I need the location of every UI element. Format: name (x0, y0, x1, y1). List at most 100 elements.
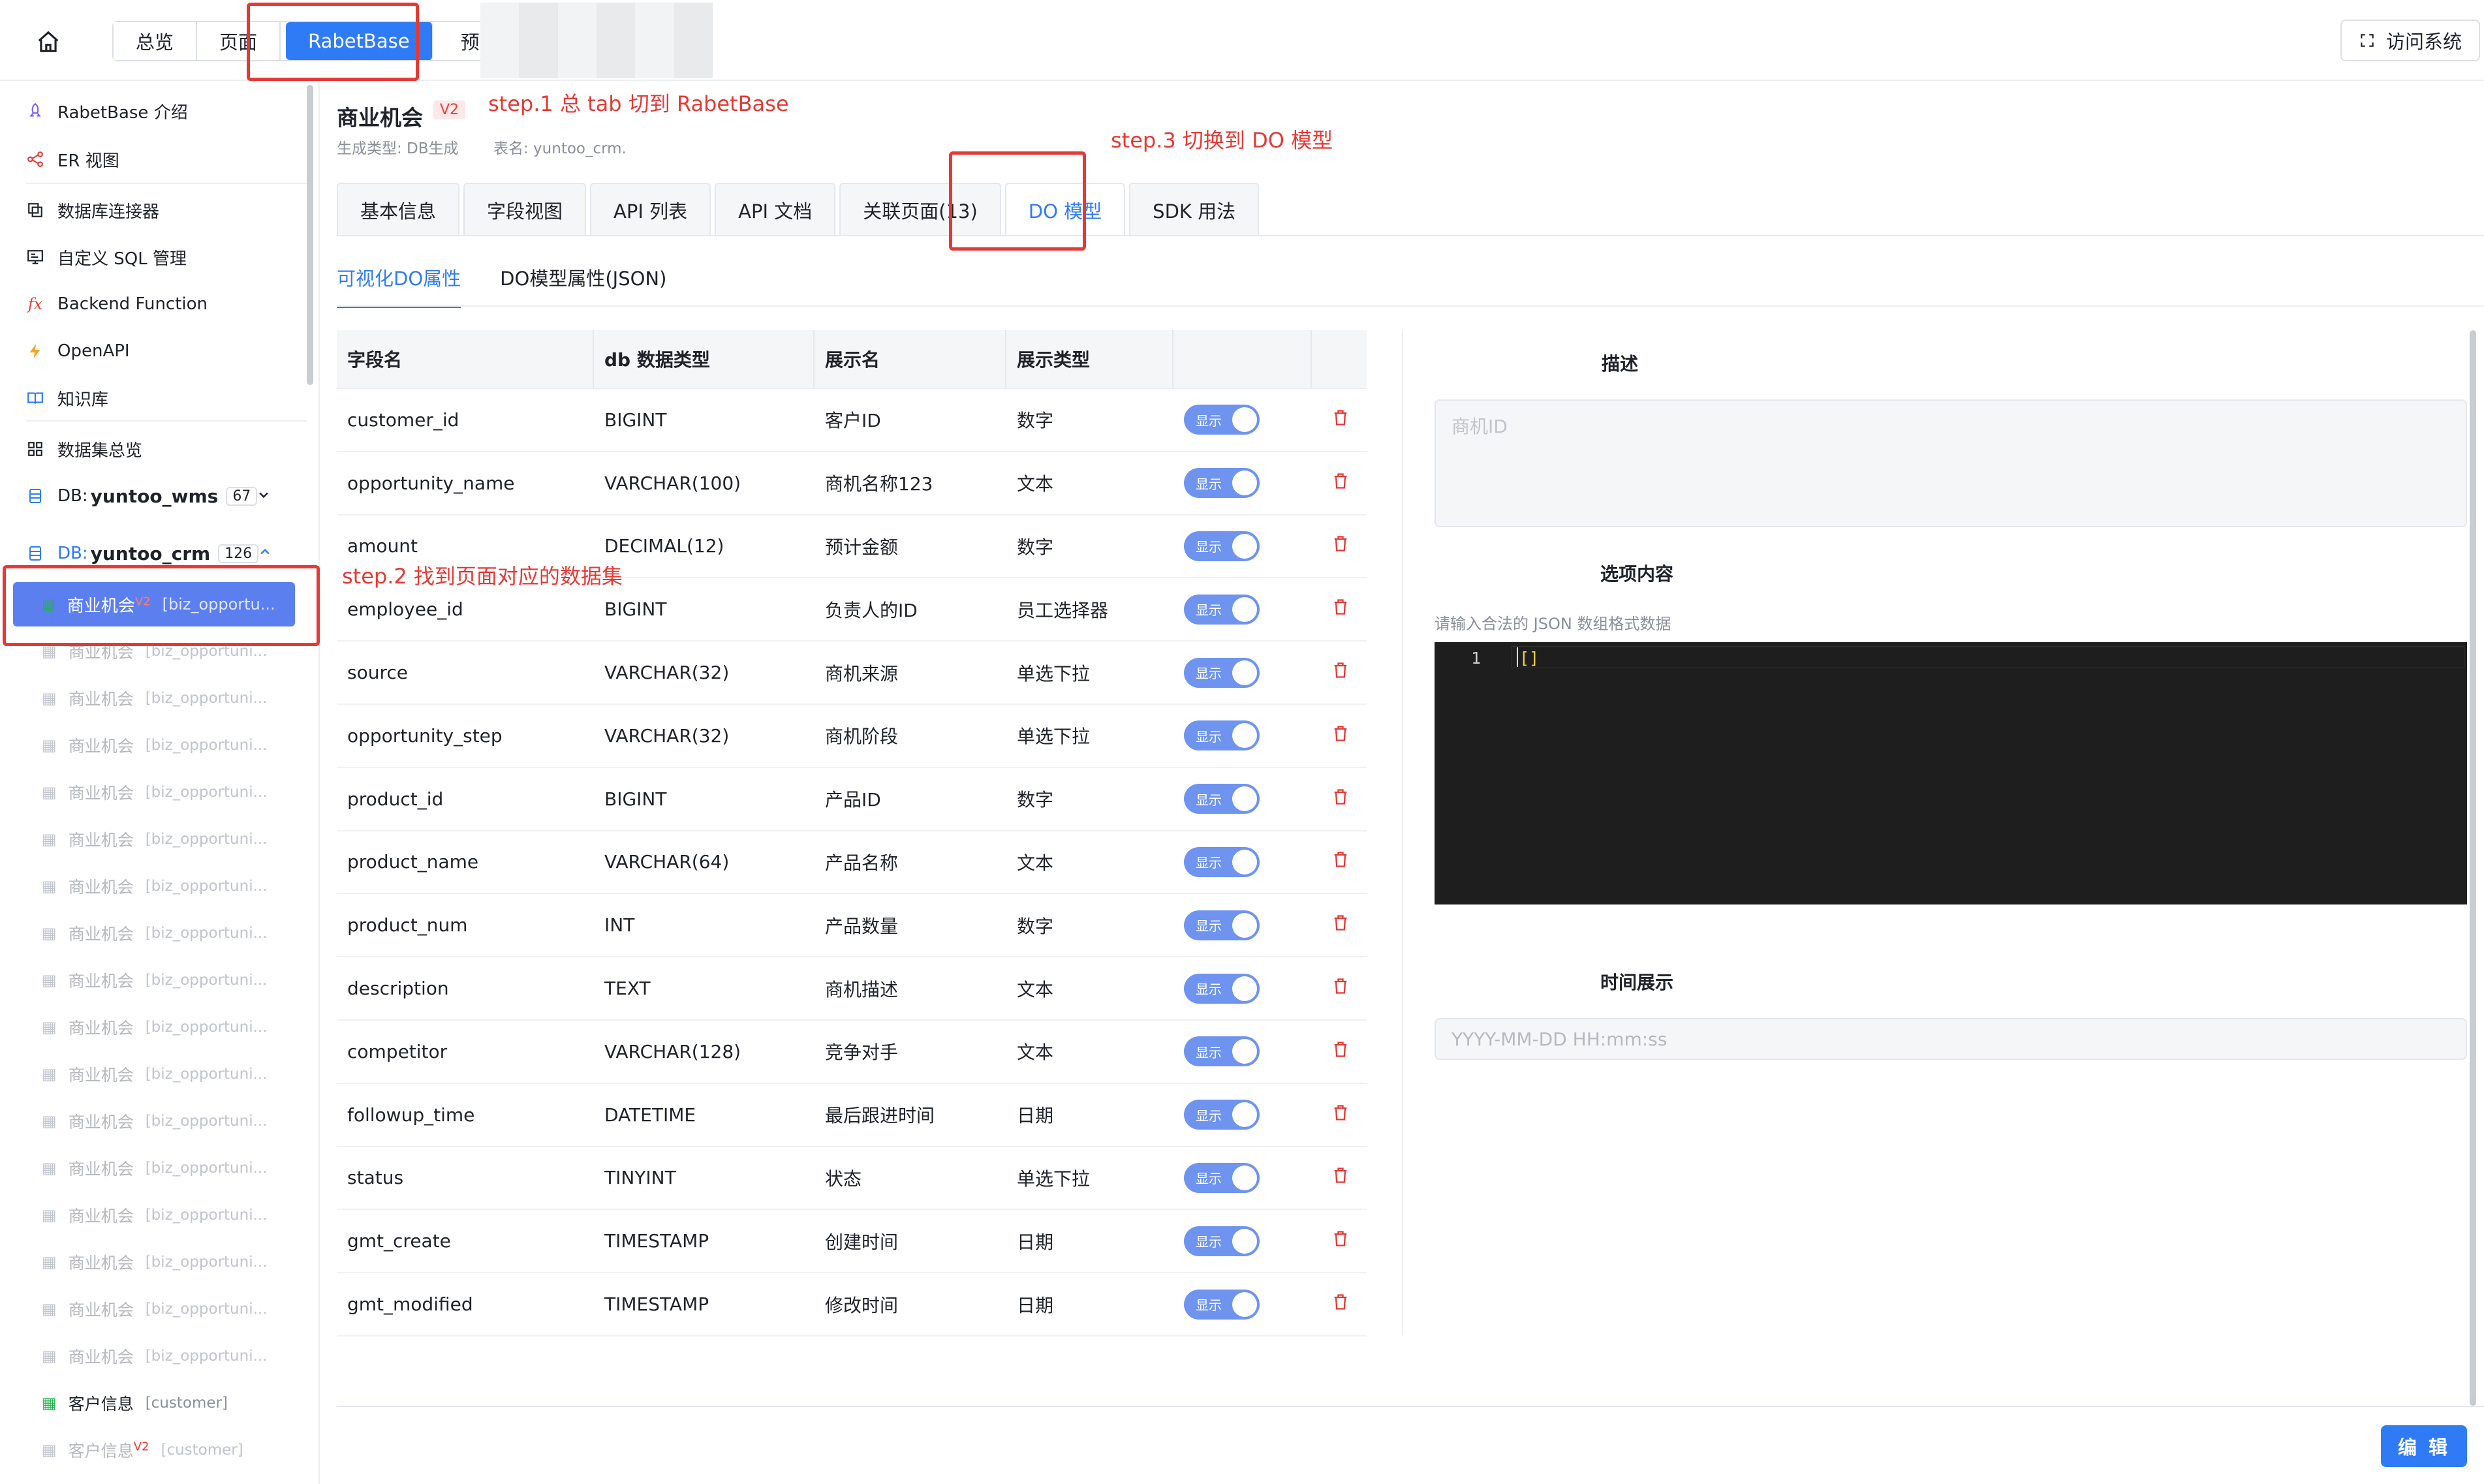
sidebar-scrollbar[interactable] (307, 85, 313, 385)
segment-overview[interactable]: 总览 (114, 22, 198, 60)
sidebar-item-6[interactable]: 知识库 (26, 380, 108, 416)
sidebar-item-5[interactable]: OpenAPI (26, 333, 130, 369)
cell-display-name: 商机来源 (825, 662, 899, 685)
table-row[interactable]: product_num INT 产品数量 数字 显示 (337, 894, 1367, 958)
subtab-do-json[interactable]: DO模型属性(JSON) (500, 264, 666, 308)
sidebar-db-yuntoo_wms[interactable]: DB: yuntoo_wms 67 (26, 478, 270, 514)
tab-api-list[interactable]: API 列表 (590, 183, 711, 236)
sidebar-dataset-item[interactable]: ▦ 商业机会 [biz_opportuni... (42, 1291, 268, 1327)
tab-api-docs[interactable]: API 文档 (715, 183, 836, 236)
delete-icon[interactable] (1331, 598, 1351, 617)
delete-icon[interactable] (1331, 472, 1351, 491)
delete-icon[interactable] (1331, 788, 1351, 807)
toggle-label: 显示 (1196, 918, 1222, 935)
visit-system-button[interactable]: 访问系统 (2340, 20, 2480, 61)
time-display-field[interactable]: YYYY-MM-DD HH:mm:ss (1435, 1018, 2467, 1060)
table-row[interactable]: product_name VARCHAR(64) 产品名称 文本 显示 (337, 831, 1367, 895)
visible-toggle[interactable]: 显示 (1184, 910, 1260, 940)
visible-toggle[interactable]: 显示 (1184, 594, 1260, 625)
visible-toggle[interactable]: 显示 (1184, 784, 1260, 814)
delete-icon[interactable] (1331, 1104, 1351, 1123)
table-row[interactable]: status TINYINT 状态 单选下拉 显示 (337, 1147, 1367, 1211)
table-row[interactable]: customer_id BIGINT 客户ID 数字 显示 (337, 389, 1367, 452)
cell-actions (1312, 409, 1367, 431)
table-row[interactable]: gmt_create TIMESTAMP 创建时间 日期 显示 (337, 1210, 1367, 1274)
dataset-table-name: [biz_opportuni... (145, 925, 268, 942)
cell-display-type: 日期 (1017, 1294, 1054, 1316)
visible-toggle[interactable]: 显示 (1184, 405, 1260, 435)
dataset-table-name: [biz_opportuni... (145, 1254, 268, 1271)
table-row[interactable]: description TEXT 商机描述 文本 显示 (337, 957, 1367, 1021)
tab-basic-info[interactable]: 基本信息 (337, 183, 460, 236)
visible-toggle[interactable]: 显示 (1184, 468, 1260, 499)
edit-button[interactable]: 编 辑 (2381, 1425, 2467, 1467)
table-row[interactable]: opportunity_step VARCHAR(32) 商机阶段 单选下拉 显示 (337, 705, 1367, 768)
table-row[interactable]: product_id BIGINT 产品ID 数字 显示 (337, 768, 1367, 831)
delete-icon[interactable] (1331, 534, 1351, 554)
delete-icon[interactable] (1331, 724, 1351, 744)
sidebar-dataset-item[interactable]: ▦ 商业机会 [biz_opportuni... (42, 680, 268, 717)
sidebar-item-3[interactable]: 自定义 SQL 管理 (26, 239, 187, 275)
tab-field-view[interactable]: 字段视图 (463, 183, 587, 236)
visible-toggle[interactable]: 显示 (1184, 973, 1260, 1004)
subtab-visual-do[interactable]: 可视化DO属性 (337, 264, 461, 308)
cell-visible: 显示 (1173, 594, 1312, 625)
sidebar-item-7[interactable]: 数据集总览 (26, 431, 142, 467)
delete-icon[interactable] (1331, 661, 1351, 681)
delete-icon[interactable] (1331, 977, 1351, 997)
cell-actions (1312, 724, 1367, 747)
delete-icon[interactable] (1331, 1293, 1351, 1312)
sidebar-dataset-item[interactable]: ▦ 商业机会 [biz_opportuni... (42, 1197, 268, 1233)
visible-toggle[interactable]: 显示 (1184, 720, 1260, 751)
sidebar-item-4[interactable]: fx Backend Function (26, 286, 208, 322)
sidebar-dataset-item[interactable]: ▦ 商业机会 [biz_opportuni... (42, 821, 268, 858)
table-row[interactable]: followup_time DATETIME 最后跟进时间 日期 显示 (337, 1084, 1367, 1147)
sidebar-item-0[interactable]: RabetBase 介绍 (26, 93, 188, 129)
table-icon: ▦ (42, 877, 57, 895)
right-scrollbar[interactable] (2470, 330, 2476, 1406)
visible-toggle[interactable]: 显示 (1184, 657, 1260, 688)
home-button[interactable] (29, 25, 68, 59)
sidebar-dataset-item[interactable]: ▦ 商业机会 [biz_opportuni... (42, 727, 268, 764)
sidebar-dataset-item[interactable]: ▦ 商业机会 [biz_opportuni... (42, 1056, 268, 1092)
sidebar-dataset-item[interactable]: ▦ 商业机会 [biz_opportuni... (42, 1244, 268, 1280)
sidebar-dataset-item[interactable]: ▦ 商业机会 [biz_opportuni... (42, 868, 268, 904)
visible-toggle[interactable]: 显示 (1184, 1162, 1260, 1193)
options-json-editor[interactable]: 1 [] (1435, 642, 2467, 904)
rocket-icon (26, 102, 44, 120)
visible-toggle[interactable]: 显示 (1184, 1100, 1260, 1130)
sidebar-dataset-item[interactable]: ▦ 客户信息V2 [customer] (42, 1432, 243, 1468)
sidebar-dataset-item[interactable]: ▦ 商业机会 [biz_opportuni... (42, 915, 268, 951)
sidebar-dataset-item[interactable]: ▦ 商业机会 [biz_opportuni... (42, 1103, 268, 1139)
delete-icon[interactable] (1331, 1166, 1351, 1186)
sidebar-dataset-item[interactable]: ▦ 客户信息 [customer] (42, 1385, 228, 1421)
delete-icon[interactable] (1331, 914, 1351, 933)
table-row[interactable]: opportunity_name VARCHAR(100) 商机名称123 文本 显示 (337, 452, 1367, 516)
cell-display-type: 文本 (1017, 852, 1054, 874)
sidebar-dataset-item[interactable]: ▦ 商业机会 [biz_opportuni... (42, 1338, 268, 1374)
delete-icon[interactable] (1331, 409, 1351, 428)
cell-db-type: VARCHAR(32) (604, 724, 730, 747)
visible-toggle[interactable]: 显示 (1184, 531, 1260, 561)
sidebar-dataset-item[interactable]: ▦ 商业机会 [biz_opportuni... (42, 1009, 268, 1045)
delete-icon[interactable] (1331, 1229, 1351, 1249)
delete-icon[interactable] (1331, 850, 1351, 870)
visible-toggle[interactable]: 显示 (1184, 846, 1260, 877)
table-row[interactable]: gmt_modified TIMESTAMP 修改时间 日期 显示 (337, 1273, 1367, 1337)
visible-toggle[interactable]: 显示 (1184, 1036, 1260, 1067)
visible-toggle[interactable]: 显示 (1184, 1226, 1260, 1256)
description-field[interactable]: 商机ID (1435, 399, 2467, 527)
table-row[interactable]: competitor VARCHAR(128) 竞争对手 文本 显示 (337, 1021, 1367, 1084)
sidebar-dataset-item[interactable]: ▦ 商业机会 [biz_opportuni... (42, 1150, 268, 1186)
sidebar-item-1[interactable]: ER 视图 (26, 141, 119, 178)
description-label: 描述 (1602, 353, 1639, 375)
tab-sdk-usage[interactable]: SDK 用法 (1129, 183, 1260, 236)
table-row[interactable]: source VARCHAR(32) 商机来源 单选下拉 显示 (337, 642, 1367, 705)
sidebar-dataset-item[interactable]: ▦ 商业机会 [biz_opportuni... (42, 962, 268, 998)
visible-toggle[interactable]: 显示 (1184, 1289, 1260, 1320)
delete-icon[interactable] (1331, 1040, 1351, 1060)
sidebar-item-2[interactable]: 数据库连接器 (26, 192, 159, 228)
sidebar-dataset-item[interactable]: ▦ 商业机会 [biz_opportuni... (42, 774, 268, 811)
cell-actions (1312, 534, 1367, 557)
cell-display-name: 客户ID (825, 410, 881, 432)
